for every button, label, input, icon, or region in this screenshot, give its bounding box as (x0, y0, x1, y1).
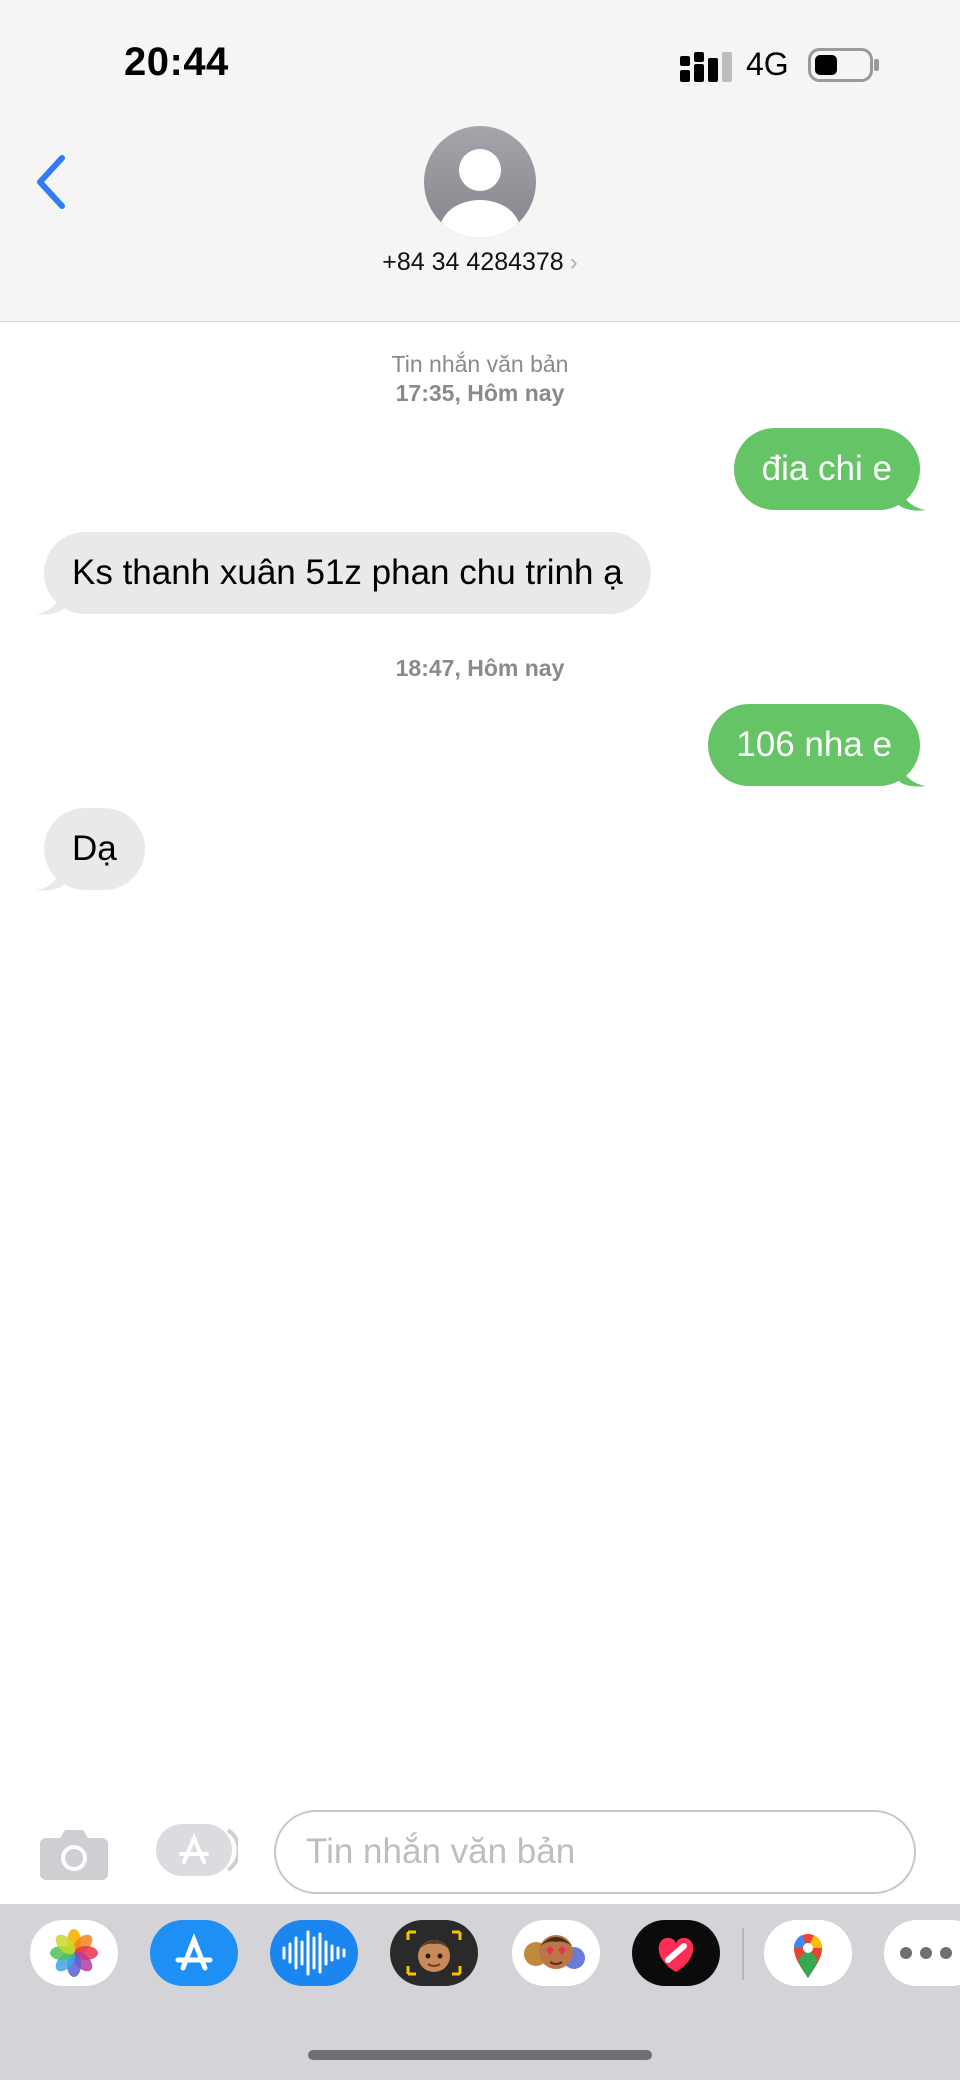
audio-message-icon (282, 1930, 346, 1976)
timestamp-line: 18:47, Hôm nay (395, 655, 565, 681)
app-store-icon (175, 1933, 213, 1971)
message-bubble-incoming[interactable]: Dạ (44, 808, 145, 890)
back-chevron-icon[interactable] (30, 150, 74, 214)
contact-name-button[interactable]: +84 34 4284378 › (0, 248, 960, 277)
contact-number: +84 34 4284378 (382, 248, 564, 276)
tray-divider (742, 1928, 744, 1980)
home-indicator[interactable] (308, 2050, 652, 2060)
status-time: 20:44 (124, 40, 229, 84)
message-input[interactable]: Tin nhắn văn bản (274, 1810, 916, 1894)
conversation-header: 20:44 4G +84 34 4284378 › (0, 0, 960, 322)
message-bubble-outgoing[interactable]: 106 nha e (708, 704, 920, 786)
memoji-app-button[interactable] (390, 1920, 478, 1986)
message-bubble-outgoing[interactable]: đia chi e (733, 428, 920, 510)
audio-message-app-button[interactable] (270, 1920, 358, 1986)
app-store-button-icon[interactable] (154, 1822, 238, 1878)
battery-icon (808, 48, 879, 82)
chevron-right-icon: › (569, 249, 578, 276)
camera-icon[interactable] (38, 1826, 110, 1882)
animoji-stickers-icon (524, 1935, 585, 1969)
contact-avatar[interactable] (424, 126, 536, 238)
app-store-app-button[interactable] (150, 1920, 238, 1986)
timestamp-2: 18:47, Hôm nay (0, 654, 960, 683)
more-icon (900, 1947, 952, 1959)
photos-app-button[interactable] (30, 1920, 118, 1986)
digital-touch-icon (658, 1937, 694, 1972)
photos-icon (50, 1929, 98, 1977)
timestamp-line: 17:35, Hôm nay (395, 380, 565, 406)
timestamp-1: Tin nhắn văn bản 17:35, Hôm nay (0, 350, 960, 408)
network-type: 4G (746, 46, 789, 82)
signal-strength-icon (680, 52, 732, 82)
google-maps-icon (793, 1934, 823, 1978)
message-bubble-incoming[interactable]: Ks thanh xuân 51z phan chu trinh ạ (44, 532, 651, 614)
more-apps-button[interactable] (884, 1920, 960, 1986)
memoji-icon (406, 1930, 462, 1976)
google-maps-app-button[interactable] (764, 1920, 852, 1986)
message-type-label: Tin nhắn văn bản (391, 351, 569, 377)
animoji-stickers-app-button[interactable] (512, 1920, 600, 1986)
digital-touch-app-button[interactable] (632, 1920, 720, 1986)
